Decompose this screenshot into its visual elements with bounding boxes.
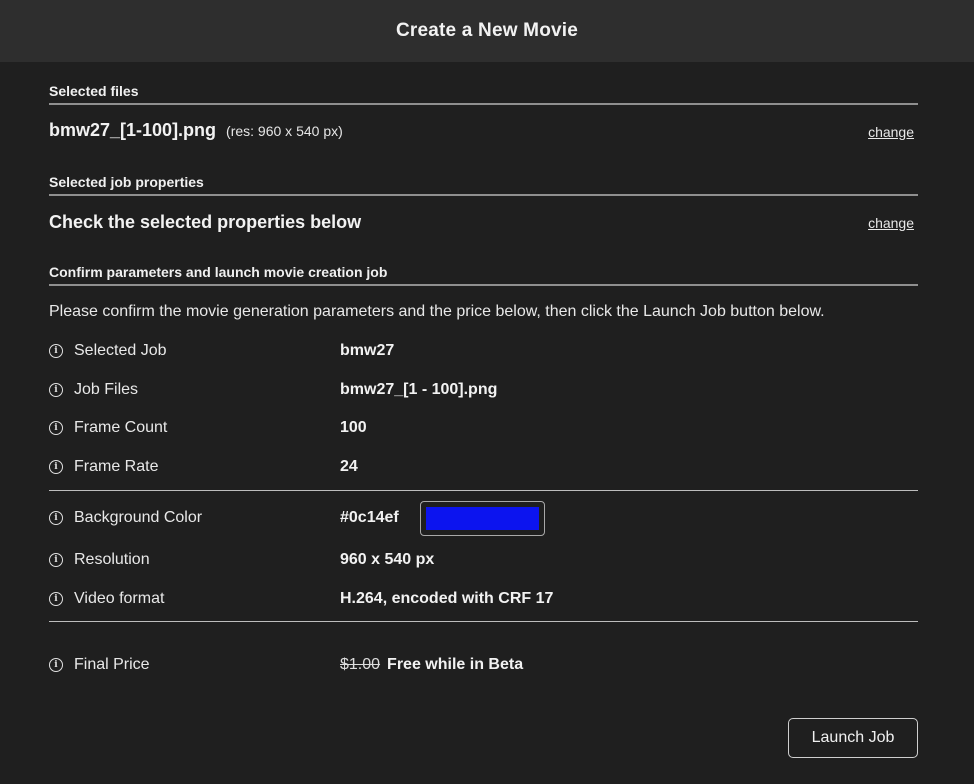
info-icon[interactable]: i: [49, 658, 63, 672]
info-icon[interactable]: i: [49, 511, 63, 525]
param-label: Frame Rate: [74, 458, 159, 475]
divider: [49, 621, 918, 622]
divider: [49, 490, 918, 491]
param-row-frame-count: i Frame Count 100: [49, 416, 918, 440]
param-row-final-price: i Final Price $1.00 Free while in Beta: [49, 653, 918, 677]
param-label: Job Files: [74, 381, 139, 398]
param-row-frame-rate: i Frame Rate 24: [49, 455, 918, 479]
selected-file-resolution: (res: 960 x 540 px): [226, 123, 343, 139]
param-value: H.264, encoded with CRF 17: [340, 590, 554, 607]
param-value: 100: [340, 419, 367, 436]
page-title: Create a New Movie: [395, 20, 579, 41]
param-label: Frame Count: [74, 419, 168, 436]
param-row-selected-job: i Selected Job bmw27: [49, 339, 918, 363]
job-properties-text: Check the selected properties below: [49, 212, 362, 232]
old-price: $1.00: [340, 656, 381, 673]
param-value: bmw27: [340, 342, 395, 359]
confirm-parameters-heading: Confirm parameters and launch movie crea…: [49, 264, 918, 286]
param-label: Resolution: [74, 551, 150, 568]
modal-header: Create a New Movie: [0, 0, 974, 62]
param-label: Background Color: [74, 509, 203, 526]
change-files-link[interactable]: change: [868, 124, 914, 140]
selected-files-heading: Selected files: [49, 83, 918, 105]
param-value: 960 x 540 px: [340, 551, 435, 568]
selected-file-line: bmw27_[1-100].png (res: 960 x 540 px): [49, 120, 918, 141]
info-icon[interactable]: i: [49, 460, 63, 474]
param-label: Final Price: [74, 656, 150, 673]
param-value: Free while in Beta: [387, 656, 524, 673]
confirm-instructions: Please confirm the movie generation para…: [49, 303, 825, 320]
change-job-properties-link[interactable]: change: [868, 215, 914, 231]
param-label: Video format: [74, 590, 165, 607]
param-label: Selected Job: [74, 342, 167, 359]
info-icon[interactable]: i: [49, 553, 63, 567]
param-value: 24: [340, 458, 358, 475]
selected-file-name: bmw27_[1-100].png: [49, 120, 217, 140]
launch-job-button[interactable]: Launch Job: [788, 718, 918, 758]
color-picker[interactable]: [419, 500, 545, 536]
job-properties-line: Check the selected properties below: [49, 212, 918, 233]
info-icon[interactable]: i: [49, 344, 63, 358]
param-row-resolution: i Resolution 960 x 540 px: [49, 548, 918, 572]
info-icon[interactable]: i: [49, 421, 63, 435]
param-value: #0c14ef: [340, 509, 399, 526]
info-icon[interactable]: i: [49, 383, 63, 397]
param-row-background-color: i Background Color #0c14ef: [49, 500, 918, 536]
info-icon[interactable]: i: [49, 592, 63, 606]
param-value: bmw27_[1 - 100].png: [340, 381, 498, 398]
param-row-video-format: i Video format H.264, encoded with CRF 1…: [49, 587, 918, 611]
selected-job-properties-heading: Selected job properties: [49, 174, 918, 196]
color-swatch: [425, 506, 539, 530]
param-row-job-files: i Job Files bmw27_[1 - 100].png: [49, 378, 918, 402]
